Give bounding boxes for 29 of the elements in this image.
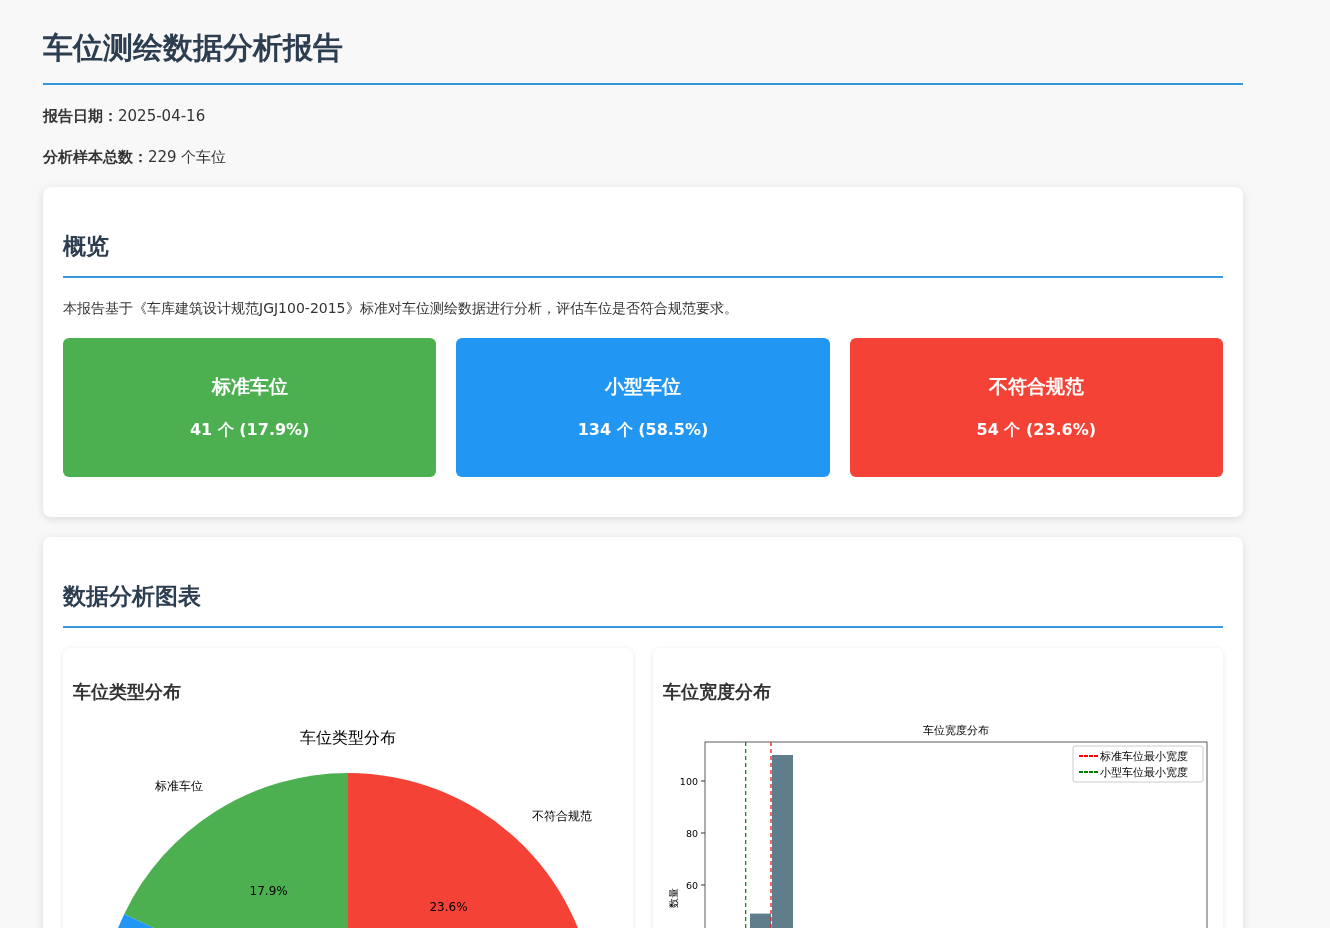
percent-label: 23.6% [429,900,468,915]
stat-label: 不符合规范 [988,374,1084,399]
slice-label: 不符合规范 [532,808,593,823]
y-tick-label: 100 [679,775,698,787]
y-tick-label: 80 [685,827,698,839]
chart-heading: 车位宽度分布 [663,680,772,704]
y-tick: 100 [679,775,706,787]
slice-label: 标准车位 [154,779,203,794]
legend-label: 小型车位最小宽度 [1100,766,1188,779]
meta-line: 分析样本总数：229 个车位 [43,148,228,167]
stat-label: 小型车位 [605,374,681,399]
y-tick: 60 [685,879,706,891]
section-heading: 数据分析图表 [63,581,1223,628]
stat-value: 41 个 (17.9%) [189,420,310,441]
description-text: 本报告基于《车库建筑设计规范JGJ100-2015》标准对车位测绘数据进行分析，评估车位是否符合规范要求。 [63,300,739,318]
meta-line: 报告日期：2025-04-16 [43,107,207,126]
stat-value: 54 个 (23.6%) [976,420,1097,441]
stat-label: 标准车位 [211,374,288,399]
percent-label: 17.9% [249,884,288,899]
section-heading: 概览 [63,231,1223,278]
y-axis-label: 数量 [668,888,679,908]
legend-label: 标准车位最小宽度 [1100,750,1188,763]
chart-heading: 车位类型分布 [73,680,182,704]
y-tick-label: 60 [685,879,698,891]
report-title: 车位测绘数据分析报告 [43,28,1243,85]
stat-value: 134 个 (58.5%) [577,420,709,441]
chart-title: 车位宽度分布 [923,724,989,737]
y-tick: 80 [685,827,706,839]
chart-title: 车位类型分布 [300,728,396,747]
